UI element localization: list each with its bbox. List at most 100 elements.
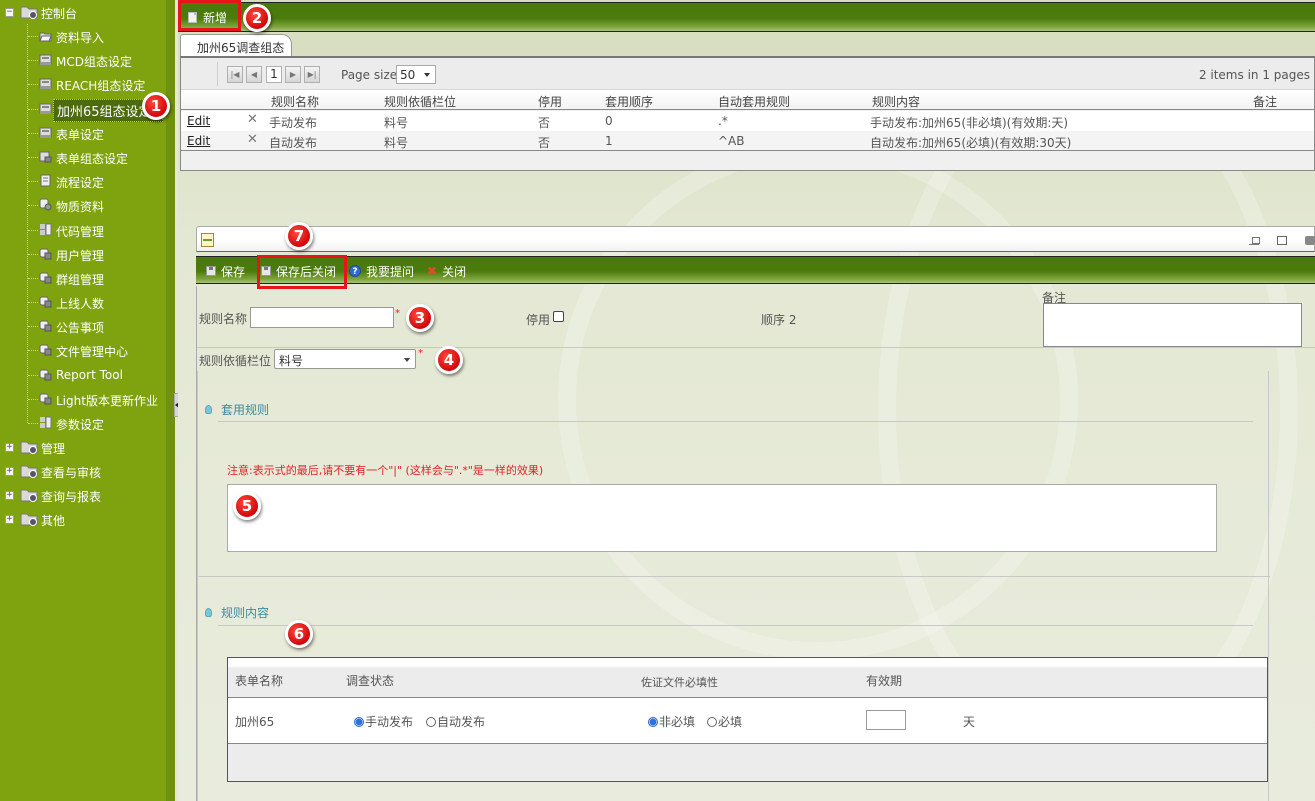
expand-icon[interactable]: + (5, 467, 14, 477)
dialog-titlebar[interactable] (196, 226, 1315, 252)
ask-question-button[interactable]: ? 我要提问 (349, 261, 414, 281)
sidebar-item-announcements[interactable]: 公告事项 (0, 314, 166, 338)
sidebar-item-online-users[interactable]: 上线人数 (0, 290, 166, 314)
sidebar-item-reach-config[interactable]: REACH组态设定 (0, 72, 166, 96)
bulb-icon (205, 608, 212, 617)
required-mark: * (395, 308, 400, 319)
rule-content-cell: 自动发布:加州65(必填)(有效期:30天) (870, 136, 1072, 150)
column-header[interactable]: 套用顺序 (605, 93, 653, 110)
edit-link[interactable]: Edit (187, 114, 210, 128)
close-label: 关闭 (442, 264, 467, 279)
rule-name-cell: 自动发布 (269, 136, 318, 150)
delete-icon[interactable]: ✕ (247, 112, 258, 127)
column-header[interactable]: 规则内容 (872, 93, 920, 110)
pin-icon[interactable] (1249, 236, 1260, 245)
rule-name-input[interactable] (250, 307, 394, 328)
expand-icon[interactable]: + (5, 443, 14, 453)
sidebar-item-form-settings[interactable]: 表单设定 (0, 121, 166, 145)
status-radio-manual[interactable]: 手动发布 (354, 713, 413, 730)
divider (197, 347, 1315, 348)
save-button[interactable]: 保存 (206, 261, 245, 281)
file-center-icon (39, 344, 52, 356)
config-icon (39, 78, 52, 90)
radio-label: 非必填 (659, 715, 696, 729)
column-header[interactable]: 自动套用规则 (718, 93, 790, 110)
help-icon: ? (349, 265, 361, 277)
column-header[interactable]: 备注 (1253, 93, 1277, 110)
auto-rule-cell: ^AB (718, 134, 745, 148)
tree-root-review[interactable]: + 查看与审核 (0, 459, 166, 483)
expand-icon[interactable]: + (5, 515, 14, 525)
annotation-badge: 3 (406, 304, 434, 332)
first-page-button[interactable]: |◀ (227, 66, 243, 83)
rule-content-table: 表单名称 调查状态 佐证文件必填性 有效期 加州65 手动发布 自动发布 非必填… (227, 657, 1268, 782)
tree-root-reports[interactable]: + 查询与报表 (0, 483, 166, 507)
rule-field-label: 规则依循栏位 (199, 354, 272, 368)
pager-info: 2 items in 1 pages (1198, 68, 1310, 82)
expression-textarea[interactable] (227, 484, 1217, 552)
sidebar-item-user-management[interactable]: 用户管理 (0, 242, 166, 266)
sidebar-item-flow-settings[interactable]: 流程设定 (0, 169, 166, 193)
column-header[interactable]: 规则依循栏位 (384, 93, 456, 110)
tree-line (28, 132, 38, 134)
bulb-icon (205, 405, 212, 414)
add-button[interactable]: 新增 (188, 6, 227, 28)
column-header[interactable]: 规则名称 (271, 93, 319, 110)
last-page-button[interactable]: ▶| (304, 66, 320, 83)
sidebar-item-report-tool[interactable]: Report Tool (0, 363, 166, 387)
folder-icon (20, 465, 38, 479)
edit-link[interactable]: Edit (187, 134, 210, 148)
main-content: 新增 加州65调查组态 |◀ ◀ 1 ▶ ▶| Page size: 50 2 … (178, 0, 1315, 801)
radio-selected-icon[interactable] (648, 716, 658, 727)
tree-line (28, 277, 38, 279)
annotation-badge: 7 (285, 222, 313, 250)
sidebar-item-code-management[interactable]: 代码管理 (0, 218, 166, 242)
apply-rule-section-toggle[interactable]: 套用规则 (205, 401, 269, 418)
required-radio-required[interactable]: 必填 (707, 713, 742, 730)
sidebar-item-file-center[interactable]: 文件管理中心 (0, 338, 166, 362)
radio-icon[interactable] (707, 716, 717, 727)
rule-name-cell: 手动发布 (269, 116, 318, 130)
new-document-icon (188, 11, 197, 23)
rule-content-header: 表单名称 调查状态 佐证文件必填性 有效期 (228, 658, 1267, 698)
rule-content-title: 规则内容 (221, 606, 270, 620)
close-window-icon[interactable] (1305, 236, 1315, 245)
validity-days-input[interactable] (866, 710, 906, 730)
expand-icon[interactable]: + (5, 491, 14, 501)
maximize-icon[interactable] (1277, 236, 1287, 245)
next-page-button[interactable]: ▶ (285, 66, 301, 83)
rule-content-section-toggle[interactable]: 规则内容 (205, 604, 269, 621)
current-page[interactable]: 1 (266, 66, 282, 83)
sidebar-item-mcd-config[interactable]: MCD组态设定 (0, 48, 166, 72)
order-label: 顺序 2 (761, 313, 797, 327)
page-size-select[interactable]: 50 (396, 65, 436, 84)
column-header[interactable]: 停用 (538, 93, 562, 110)
note-textarea[interactable] (1043, 303, 1302, 347)
close-button[interactable]: ✖ 关闭 (427, 261, 466, 281)
sidebar-item-substance-data[interactable]: 物质资料 (0, 193, 166, 217)
sidebar-item-light-update[interactable]: Light版本更新作业 (0, 387, 166, 411)
prev-page-button[interactable]: ◀ (246, 66, 262, 83)
table-row: Edit ✕ 自动发布 料号 否 1 ^AB 自动发布:加州65(必填)(有效期… (181, 131, 1314, 151)
save-icon (261, 266, 271, 276)
required-radio-optional[interactable]: 非必填 (648, 713, 695, 730)
sidebar-item-data-import[interactable]: 资料导入 (0, 24, 166, 48)
tree-root-other[interactable]: + 其他 (0, 507, 166, 531)
order-cell: 1 (605, 134, 613, 148)
days-unit: 天 (963, 715, 976, 729)
sidebar-item-ca65-config[interactable]: 加州65组态设定 (0, 97, 166, 122)
radio-selected-icon[interactable] (354, 716, 364, 727)
sidebar-item-group-management[interactable]: 群组管理 (0, 266, 166, 290)
save-and-close-button[interactable]: 保存后关闭 (261, 261, 336, 281)
collapse-icon[interactable]: − (5, 8, 14, 17)
tree-root-management[interactable]: + 管理 (0, 435, 166, 459)
radio-icon[interactable] (426, 716, 436, 727)
sidebar-item-parameters[interactable]: 参数设定 (0, 411, 166, 435)
delete-icon[interactable]: ✕ (247, 132, 258, 147)
tree-root-console[interactable]: − 控制台 (0, 0, 166, 24)
disabled-checkbox[interactable] (553, 311, 564, 322)
tab-ca65-survey-config[interactable]: 加州65调查组态 (180, 34, 292, 57)
status-radio-auto[interactable]: 自动发布 (426, 713, 485, 730)
rule-field-select[interactable]: 料号 (274, 349, 416, 369)
sidebar-item-form-config[interactable]: 表单组态设定 (0, 145, 166, 169)
